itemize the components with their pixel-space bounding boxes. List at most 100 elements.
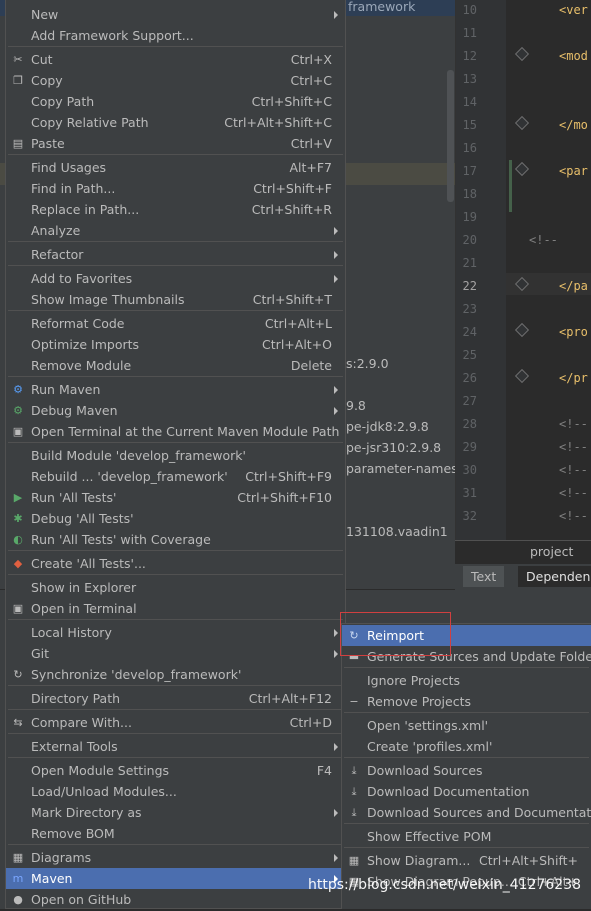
code-line: <!-- (559, 486, 588, 500)
menu-item-ignore-projects[interactable]: Ignore Projects (342, 670, 591, 691)
menu-item-download-sources-and-documentation[interactable]: ⤓ Download Sources and Documentation (342, 802, 591, 823)
code-editor[interactable]: 10 11 12 13 14 15 16 17 18 19 20 21 22 23 24 25 26 27 28 29… (455, 0, 591, 540)
menu-item-open-terminal-at-the-current-maven-module-path[interactable]: ▣ Open Terminal at the Current Maven Modu… (6, 421, 345, 442)
tree-item[interactable]: s:2.9.0 (346, 356, 389, 371)
menu-separator (8, 442, 343, 443)
fold-marker-icon[interactable] (514, 322, 530, 338)
menu-item-directory-path[interactable]: Directory Path Ctrl+Alt+F12 (6, 688, 345, 709)
breadcrumb-project[interactable]: project (530, 544, 573, 559)
line-number: 27 (462, 394, 477, 408)
diagram-icon: ▦ (348, 854, 360, 867)
menu-item-cut[interactable]: ✂ Cut Ctrl+X (6, 49, 345, 70)
menu-item-open-module-settings[interactable]: Open Module Settings F4 (6, 760, 345, 781)
menu-item-copy[interactable]: ❐ Copy Ctrl+C (6, 70, 345, 91)
fold-marker-icon[interactable] (514, 115, 530, 131)
diagram-icon: ▦ (12, 851, 24, 864)
code-line: <!-- (559, 509, 588, 523)
menu-separator (8, 241, 343, 242)
menu-item-copy-path[interactable]: Copy Path Ctrl+Shift+C (6, 91, 345, 112)
menu-item-show-diagram[interactable]: ▦ Show Diagram... Ctrl+Alt+Shift+ (342, 850, 591, 871)
tab-dependencies[interactable]: Dependenc (518, 566, 591, 587)
menu-item-label: Directory Path (31, 691, 121, 706)
editor-bottom-tabs: Text Dependenc (455, 564, 591, 590)
line-number: 10 (462, 3, 477, 17)
menu-item-label: Ignore Projects (367, 673, 460, 688)
project-tree-scrollbar[interactable] (447, 70, 454, 202)
line-number: 18 (462, 187, 477, 201)
submenu-arrow-icon (334, 629, 338, 637)
menu-item-debug-maven[interactable]: ⚙ Debug Maven (6, 400, 345, 421)
menu-item-find-usages[interactable]: Find Usages Alt+F7 (6, 157, 345, 178)
tab-text[interactable]: Text (463, 566, 505, 587)
menu-item-git[interactable]: Git (6, 643, 345, 664)
code-line: </pr (559, 371, 588, 385)
menu-item-open-settings-xml[interactable]: Open 'settings.xml' (342, 715, 591, 736)
line-number: 14 (462, 95, 477, 109)
menu-item-find-in-path[interactable]: Find in Path... Ctrl+Shift+F (6, 178, 345, 199)
tree-item[interactable]: 131108.vaadin1 (346, 524, 448, 539)
menu-item-shortcut: Ctrl+Alt+Shift+ (479, 853, 578, 868)
menu-item-show-in-explorer[interactable]: Show in Explorer (6, 577, 345, 598)
fold-marker-icon[interactable] (514, 46, 530, 62)
menu-item-add-framework-support[interactable]: Add Framework Support... (6, 25, 345, 46)
tree-item[interactable]: parameter-names: (346, 461, 462, 476)
tree-item[interactable]: pe-jsr310:2.9.8 (346, 440, 441, 455)
fold-marker-icon[interactable] (514, 161, 530, 177)
submenu-arrow-icon (334, 407, 338, 415)
menu-item-show-image-thumbnails[interactable]: Show Image Thumbnails Ctrl+Shift+T (6, 289, 345, 310)
menu-item-replace-in-path[interactable]: Replace in Path... Ctrl+Shift+R (6, 199, 345, 220)
menu-item-open-on-github[interactable]: ● Open on GitHub (6, 889, 345, 910)
line-number: 20 (462, 233, 477, 247)
menu-item-synchronize-develop-framework[interactable]: ↻ Synchronize 'develop_framework' (6, 664, 345, 685)
menu-item-debug-all-tests[interactable]: ✱ Debug 'All Tests' (6, 508, 345, 529)
menu-item-download-sources[interactable]: ⤓ Download Sources (342, 760, 591, 781)
menu-item-open-in-terminal[interactable]: ▣ Open in Terminal (6, 598, 345, 619)
menu-item-show-effective-pom[interactable]: Show Effective POM (342, 826, 591, 847)
menu-item-create-profiles-xml[interactable]: Create 'profiles.xml' (342, 736, 591, 757)
submenu-arrow-icon (334, 650, 338, 658)
tree-item[interactable]: 9.8 (346, 398, 366, 413)
menu-item-external-tools[interactable]: External Tools (6, 736, 345, 757)
submenu-arrow-icon (334, 743, 338, 751)
menu-item-load-unload-modules[interactable]: Load/Unload Modules... (6, 781, 345, 802)
menu-item-add-to-favorites[interactable]: Add to Favorites (6, 268, 345, 289)
line-number: 29 (462, 440, 477, 454)
menu-item-shortcut: Ctrl+D (289, 715, 332, 730)
menu-item-mark-directory-as[interactable]: Mark Directory as (6, 802, 345, 823)
menu-item-compare-with[interactable]: ⇆ Compare With... Ctrl+D (6, 712, 345, 733)
menu-item-analyze[interactable]: Analyze (6, 220, 345, 241)
menu-item-local-history[interactable]: Local History (6, 622, 345, 643)
menu-item-remove-module[interactable]: Remove Module Delete (6, 355, 345, 376)
debug-maven-icon: ⚙ (13, 404, 23, 417)
menu-item-run-all-tests-with-coverage[interactable]: ◐ Run 'All Tests' with Coverage (6, 529, 345, 550)
menu-separator (344, 823, 589, 824)
maven-icon: m (12, 872, 24, 885)
menu-item-rebuild-develop-framework[interactable]: Rebuild ... 'develop_framework' Ctrl+Shif… (6, 466, 345, 487)
menu-item-paste[interactable]: ▤ Paste Ctrl+V (6, 133, 345, 154)
editor-breadcrumb: project (455, 540, 591, 565)
menu-item-remove-bom[interactable]: Remove BOM (6, 823, 345, 844)
menu-item-maven[interactable]: m Maven (6, 868, 345, 889)
menu-item-label: Open in Terminal (31, 601, 137, 616)
menu-item-shortcut: Ctrl+Shift+C (251, 94, 332, 109)
submenu-arrow-icon (334, 854, 338, 862)
menu-item-optimize-imports[interactable]: Optimize Imports Ctrl+Alt+O (6, 334, 345, 355)
tree-item[interactable]: pe-jdk8:2.9.8 (346, 419, 429, 434)
line-number: 30 (462, 463, 477, 477)
menu-item-shortcut: Ctrl+Shift+F10 (237, 490, 332, 505)
menu-item-run-maven[interactable]: ⚙ Run Maven (6, 379, 345, 400)
menu-item-remove-projects[interactable]: − Remove Projects (342, 691, 591, 712)
vcs-change-marker (509, 160, 512, 212)
fold-marker-icon[interactable] (514, 368, 530, 384)
menu-item-diagrams[interactable]: ▦ Diagrams (6, 847, 345, 868)
menu-item-download-documentation[interactable]: ⤓ Download Documentation (342, 781, 591, 802)
menu-item-reformat-code[interactable]: Reformat Code Ctrl+Alt+L (6, 313, 345, 334)
menu-item-build-module-develop-framework[interactable]: Build Module 'develop_framework' (6, 445, 345, 466)
menu-item-label: Create 'All Tests'... (31, 556, 146, 571)
menu-separator (8, 154, 343, 155)
menu-item-new[interactable]: New (6, 4, 345, 25)
menu-item-refactor[interactable]: Refactor (6, 244, 345, 265)
menu-item-create-all-tests[interactable]: ◆ Create 'All Tests'... (6, 553, 345, 574)
menu-item-run-all-tests[interactable]: ▶ Run 'All Tests' Ctrl+Shift+F10 (6, 487, 345, 508)
menu-item-copy-relative-path[interactable]: Copy Relative Path Ctrl+Alt+Shift+C (6, 112, 345, 133)
